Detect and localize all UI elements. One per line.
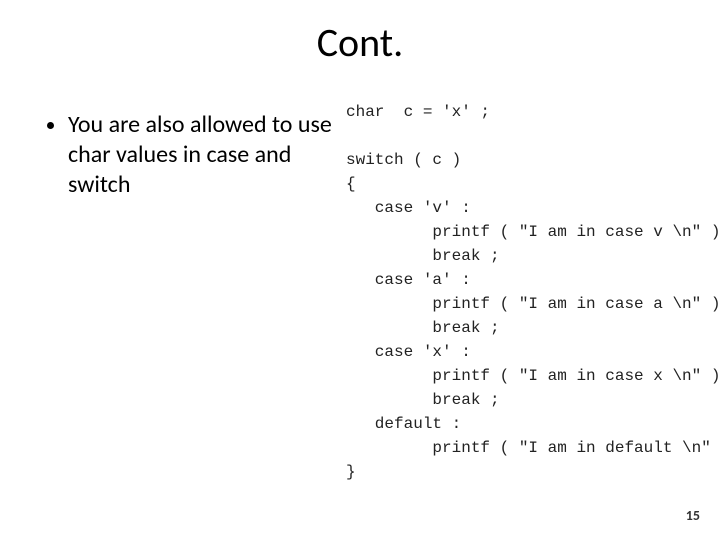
bullet-kw-case: case (206, 140, 249, 169)
bullet-text-pre: You are also allowed to use (68, 110, 332, 139)
page-number: 15 (686, 507, 700, 524)
bullet-text-mid1: values in (111, 140, 207, 169)
bullet-text-mid2: and (249, 140, 291, 169)
slide: Cont. You are also allowed to use char v… (0, 0, 720, 540)
code-block: char c = 'x' ; switch ( c ) { case 'v' :… (346, 100, 696, 484)
bullet-kw-char: char (68, 140, 111, 169)
slide-title: Cont. (0, 18, 720, 67)
bullet-item: You are also allowed to use char values … (68, 110, 338, 200)
bullet-kw-switch: switch (68, 170, 130, 199)
bullet-area: You are also allowed to use char values … (48, 110, 338, 200)
